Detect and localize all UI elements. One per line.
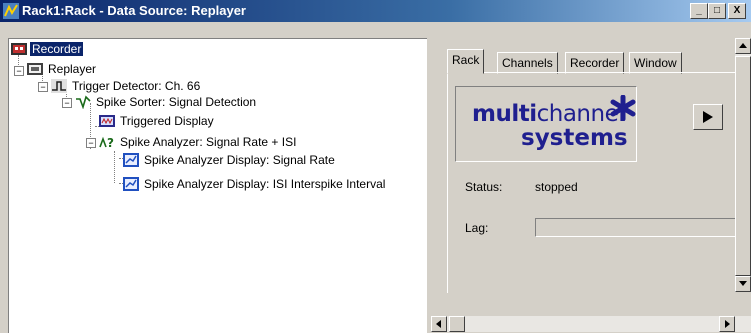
tree-item-recorder[interactable]: Recorder	[11, 40, 84, 56]
tree-item-trigger-detector[interactable]: Trigger Detector: Ch. 66	[51, 77, 202, 93]
vertical-scrollbar[interactable]	[735, 38, 751, 292]
scroll-down-button[interactable]	[735, 276, 751, 292]
scroll-left-button[interactable]	[431, 316, 447, 332]
lag-progress-bar	[535, 218, 737, 237]
scroll-up-button[interactable]	[735, 38, 751, 54]
properties-panel: Rack Channels Recorder Window multichann…	[431, 38, 737, 293]
close-button[interactable]: X	[728, 3, 746, 19]
replayer-icon	[27, 62, 43, 76]
vertical-scroll-thumb[interactable]	[735, 56, 751, 276]
arrow-down-icon	[739, 281, 747, 286]
maximize-button[interactable]: □	[708, 3, 726, 19]
collapse-trigger-detector-icon[interactable]: −	[38, 82, 48, 92]
arrow-up-icon	[739, 43, 747, 48]
title-bar[interactable]: Rack1:Rack - Data Source: Replayer _ □ X	[0, 0, 751, 22]
arrow-right-icon	[725, 320, 730, 328]
multichannel-systems-logo: multichannel systems	[455, 86, 637, 162]
horizontal-scroll-thumb[interactable]	[449, 316, 465, 332]
logo-text-multi: multi	[472, 101, 537, 127]
rack-window: Rack1:Rack - Data Source: Replayer _ □ X…	[0, 0, 751, 333]
analyzer-display-icon	[123, 176, 139, 191]
horizontal-scrollbar[interactable]	[431, 316, 751, 332]
play-button[interactable]	[693, 104, 723, 130]
status-value: stopped	[535, 180, 578, 194]
spike-analyzer-icon: ?	[99, 135, 115, 150]
spike-sorter-icon	[75, 95, 91, 110]
svg-text:?: ?	[107, 136, 114, 149]
arrow-left-icon	[436, 320, 441, 328]
lag-label: Lag:	[465, 221, 489, 235]
minimize-button[interactable]: _	[690, 3, 708, 19]
collapse-spike-analyzer-icon[interactable]: −	[86, 138, 96, 148]
tab-rack[interactable]: Rack	[447, 49, 485, 74]
recorder-icon	[11, 42, 27, 56]
tree-item-analyzer-display-isi[interactable]: Spike Analyzer Display: ISI Interspike I…	[123, 175, 387, 191]
tab-window[interactable]: Window	[629, 52, 682, 74]
rack-tree-view[interactable]: − − − − Recorder Replayer Trigger Detect…	[8, 38, 427, 333]
tree-item-spike-sorter[interactable]: Spike Sorter: Signal Detection	[75, 93, 258, 110]
analyzer-display-icon	[123, 152, 139, 167]
tree-item-spike-analyzer[interactable]: ? Spike Analyzer: Signal Rate + ISI	[99, 133, 298, 150]
tab-recorder[interactable]: Recorder	[565, 52, 625, 74]
tree-item-triggered-display[interactable]: Triggered Display	[99, 112, 216, 128]
app-icon	[3, 3, 19, 19]
logo-text-systems: systems	[521, 125, 628, 151]
status-label: Status:	[465, 180, 503, 194]
play-icon	[703, 111, 713, 123]
asterisk-logo-icon	[610, 95, 636, 121]
triggered-display-icon	[99, 114, 115, 128]
trigger-detector-icon	[51, 78, 67, 93]
tree-item-replayer[interactable]: Replayer	[27, 60, 98, 76]
collapse-replayer-icon[interactable]: −	[14, 66, 24, 76]
window-title: Rack1:Rack - Data Source: Replayer	[22, 3, 246, 18]
collapse-spike-sorter-icon[interactable]: −	[62, 98, 72, 108]
tab-channels[interactable]: Channels	[497, 52, 558, 74]
tree-item-analyzer-display-signal-rate[interactable]: Spike Analyzer Display: Signal Rate	[123, 151, 337, 167]
scroll-right-button[interactable]	[719, 316, 735, 332]
